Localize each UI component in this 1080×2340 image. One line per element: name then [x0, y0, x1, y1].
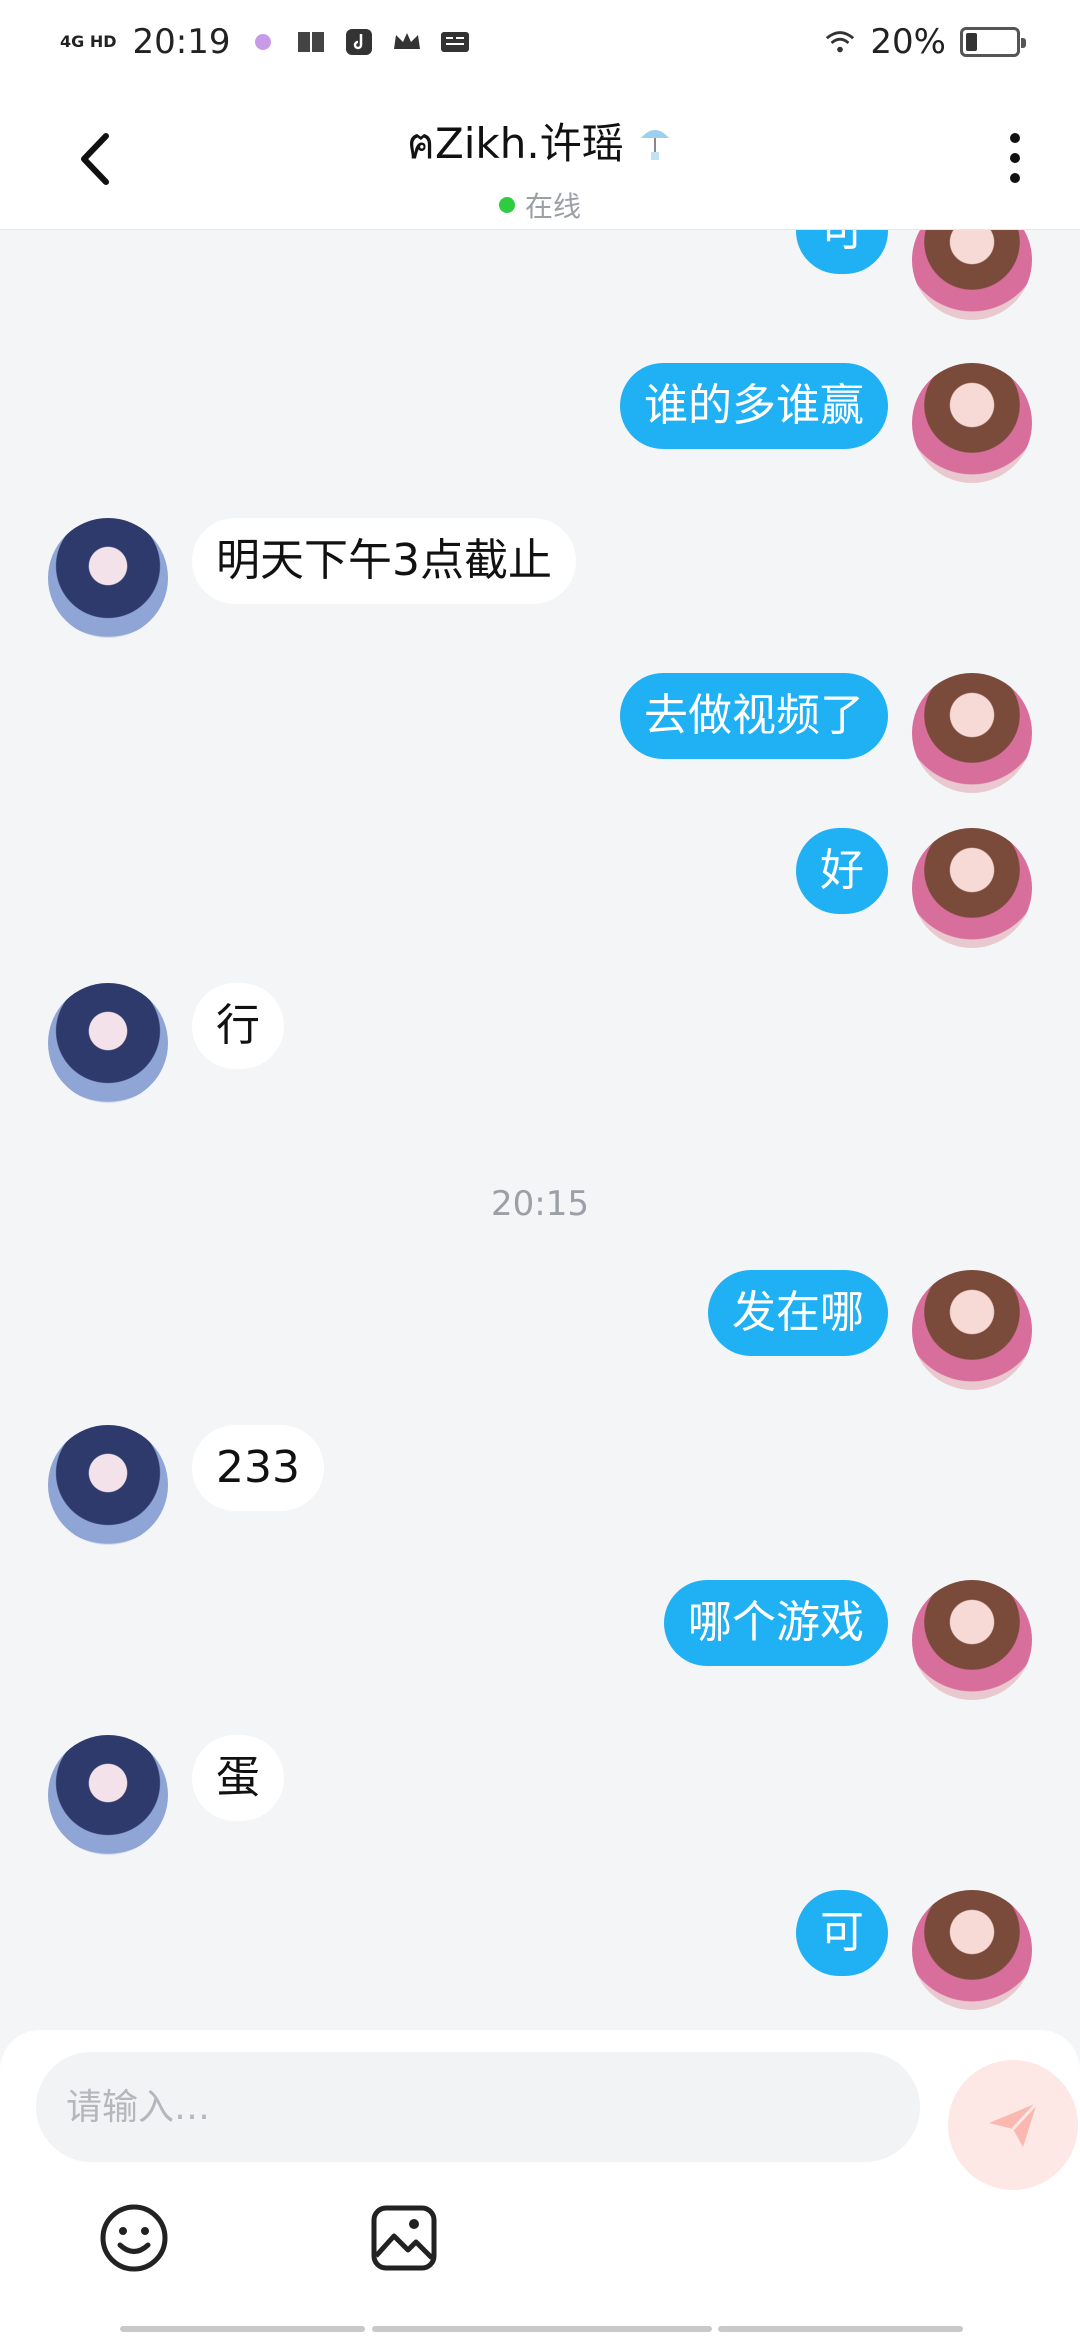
status-time: 20:19 — [132, 22, 231, 62]
battery-icon — [960, 27, 1026, 57]
nav-bar-segment — [372, 2326, 712, 2332]
contact-message-bubble[interactable]: 明天下午3点截止 — [192, 518, 576, 604]
online-dot — [498, 197, 515, 213]
wind-chime-icon — [641, 130, 670, 160]
message-row: 行 — [0, 983, 1080, 1103]
my-message-bubble[interactable]: 好 — [796, 828, 888, 914]
message-row: 明天下午3点截止 — [0, 518, 1080, 638]
contact-name-text: ฅZikh.许瑶 — [406, 119, 624, 168]
nav-bar-segment — [718, 2326, 963, 2332]
contact-avatar[interactable] — [48, 1735, 168, 1855]
notification-icon — [247, 26, 279, 58]
my-message-bubble[interactable]: 可 — [796, 1890, 888, 1976]
message-row: 可 — [0, 230, 1080, 320]
more-vertical-icon — [1010, 133, 1020, 183]
news-app-icon — [439, 26, 471, 58]
contact-message-bubble[interactable]: 行 — [192, 983, 284, 1069]
chat-header: ฅZikh.许瑶 在线 — [0, 84, 1080, 230]
contact-message-bubble[interactable]: 233 — [192, 1425, 324, 1511]
message-row: 谁的多谁赢 — [0, 363, 1080, 483]
emoji-button[interactable] — [98, 2202, 170, 2274]
emoji-icon — [100, 2204, 168, 2272]
message-timestamp: 20:15 — [491, 1184, 589, 1224]
my-avatar[interactable] — [912, 1580, 1032, 1700]
message-input[interactable] — [36, 2052, 920, 2162]
book-icon — [295, 26, 327, 58]
my-avatar[interactable] — [912, 673, 1032, 793]
my-avatar[interactable] — [912, 1270, 1032, 1390]
message-row: 蛋 — [0, 1735, 1080, 1855]
contact-avatar[interactable] — [48, 1425, 168, 1545]
contact-message-bubble[interactable]: 蛋 — [192, 1735, 284, 1821]
network-indicator: 4G HD — [60, 32, 117, 51]
more-options-button[interactable] — [1000, 128, 1030, 188]
my-message-bubble[interactable]: 可 — [796, 230, 888, 274]
message-row: 去做视频了 — [0, 673, 1080, 793]
my-avatar[interactable] — [912, 363, 1032, 483]
wifi-icon — [824, 26, 856, 58]
crown-icon — [391, 26, 423, 58]
message-row: 233 — [0, 1425, 1080, 1545]
send-button[interactable] — [948, 2060, 1078, 2190]
send-icon — [989, 2101, 1039, 2147]
my-message-bubble[interactable]: 去做视频了 — [620, 673, 888, 759]
my-message-bubble[interactable]: 发在哪 — [708, 1270, 888, 1356]
my-message-bubble[interactable]: 谁的多谁赢 — [620, 363, 888, 449]
status-bar: 4G HD 20:19 20% — [0, 0, 1080, 84]
my-message-bubble[interactable]: 哪个游戏 — [664, 1580, 888, 1666]
contact-avatar[interactable] — [48, 983, 168, 1103]
message-composer — [0, 2030, 1080, 2340]
message-row: 哪个游戏 — [0, 1580, 1080, 1700]
contact-avatar[interactable] — [48, 518, 168, 638]
tiktok-icon — [343, 26, 375, 58]
battery-percent: 20% — [870, 22, 946, 62]
message-row: 好 — [0, 828, 1080, 948]
my-avatar[interactable] — [912, 1890, 1032, 2010]
online-status: 在线 — [498, 185, 581, 225]
image-button[interactable] — [368, 2202, 440, 2274]
message-row: 发在哪 — [0, 1270, 1080, 1390]
online-status-text: 在线 — [524, 190, 581, 223]
message-row: 可 — [0, 1890, 1080, 2010]
my-avatar[interactable] — [912, 230, 1032, 320]
image-icon — [371, 2205, 437, 2271]
nav-bar-segment — [120, 2326, 365, 2332]
my-avatar[interactable] — [912, 828, 1032, 948]
chat-title-block: ฅZikh.许瑶 在线 — [0, 110, 1080, 225]
contact-name[interactable]: ฅZikh.许瑶 — [0, 110, 1080, 177]
message-list[interactable]: 可 谁的多谁赢 明天下午3点截止 去做视频了 好 行 20:15 发在哪 233… — [0, 230, 1080, 2030]
